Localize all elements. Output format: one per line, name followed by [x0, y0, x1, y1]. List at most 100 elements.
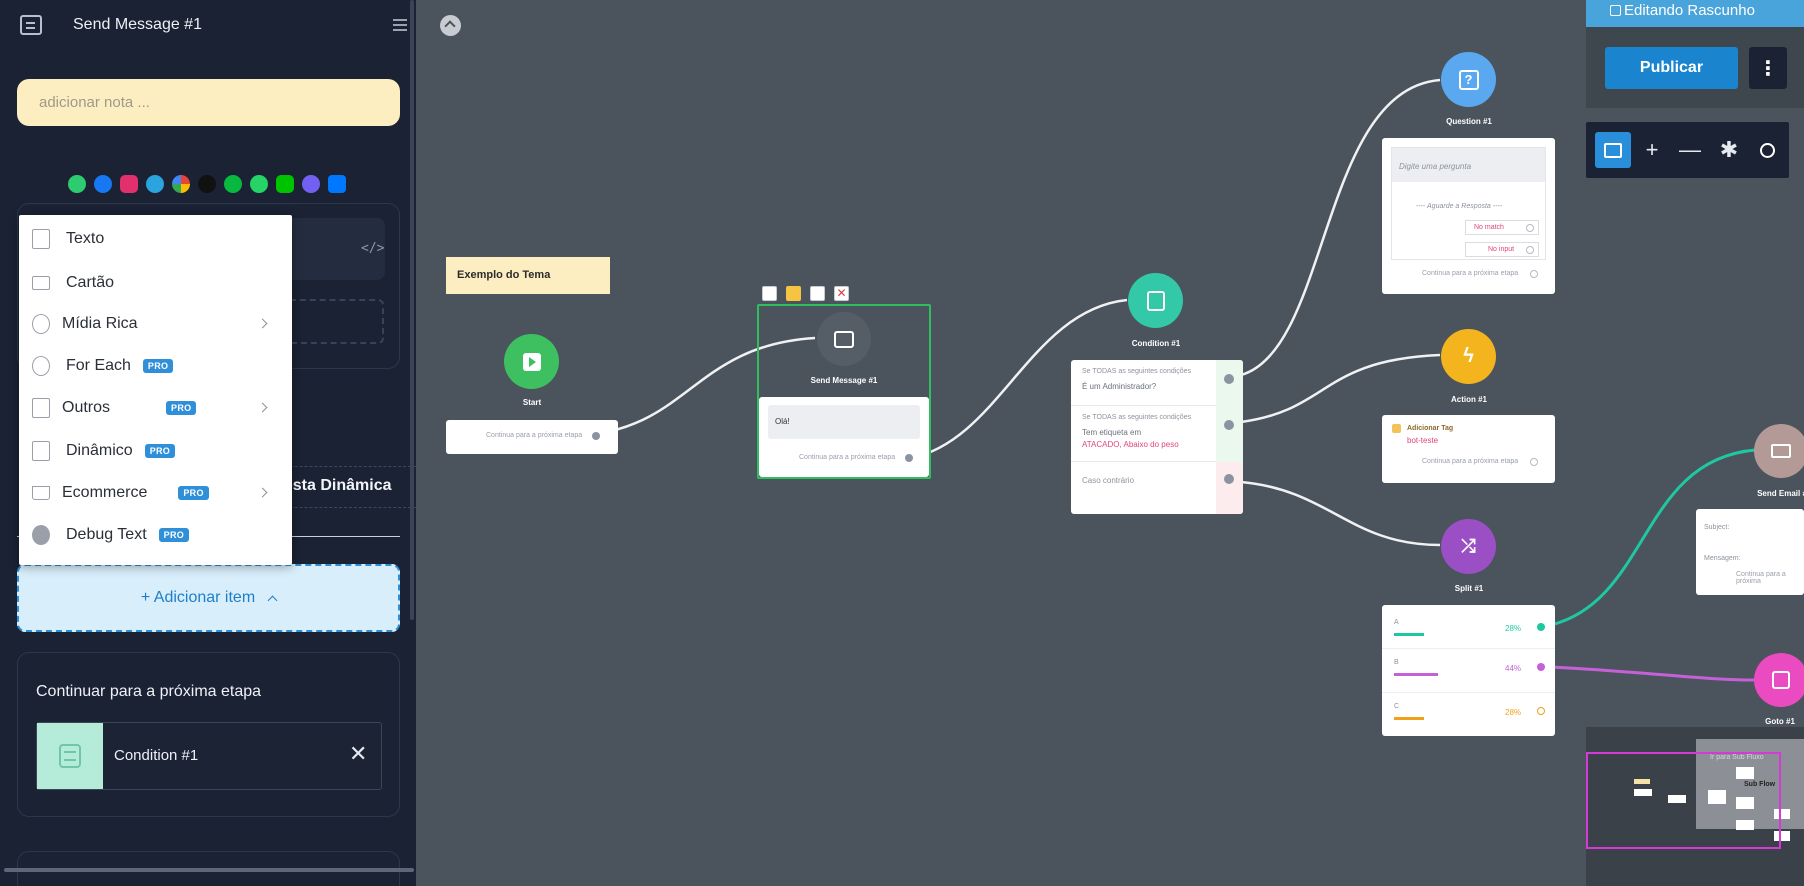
menu-item-midia-rica[interactable]: Mídia Rica — [19, 306, 292, 342]
output-port[interactable] — [1526, 246, 1534, 254]
send-message-node[interactable] — [817, 312, 871, 366]
send-message-card[interactable]: Olá! Continua para a próxima etapa — [759, 397, 929, 477]
output-port[interactable] — [1530, 458, 1538, 466]
add-folder-icon[interactable] — [1595, 132, 1631, 168]
next-step-target[interactable]: Condition #1 ✕ — [36, 722, 382, 790]
action-node-label: Action #1 — [1450, 395, 1487, 404]
viber-icon[interactable] — [302, 175, 320, 193]
goto-node-label: Goto #1 — [1765, 717, 1795, 726]
split-bar — [1394, 633, 1424, 636]
no-match-option[interactable]: No match — [1465, 220, 1539, 235]
split-node[interactable]: ⤮ — [1441, 519, 1496, 574]
more-options-icon[interactable]: ⋮ — [1749, 47, 1787, 89]
google-icon[interactable] — [172, 175, 190, 193]
menu-item-dinamico[interactable]: Dinâmico PRO — [19, 433, 292, 469]
add-item-menu: Texto Cartão Mídia Rica For Each PRO Out… — [19, 215, 292, 565]
question-node[interactable]: ? — [1441, 52, 1496, 107]
note-input[interactable] — [17, 79, 400, 126]
send-email-node[interactable] — [1754, 424, 1804, 478]
delete-icon[interactable]: ✕ — [834, 286, 849, 301]
send-email-node-label: Send Email # — [1757, 489, 1804, 498]
output-port[interactable] — [1224, 420, 1234, 430]
output-port[interactable] — [1224, 374, 1234, 384]
tiktok-icon[interactable] — [198, 175, 216, 193]
zoom-out-icon[interactable]: — — [1672, 132, 1708, 168]
tag-title: Adicionar Tag — [1407, 425, 1454, 432]
else-column — [1216, 462, 1243, 514]
sidebar-scrollbar-vertical[interactable] — [410, 0, 414, 620]
action-card[interactable]: Adicionar Tag bot-teste Continua para a … — [1382, 415, 1555, 483]
start-node-card[interactable]: Continua para a próxima etapa — [446, 420, 618, 454]
split-row: C 28% — [1382, 693, 1555, 736]
output-port[interactable] — [1537, 663, 1545, 671]
code-icon[interactable]: </> — [361, 241, 384, 256]
note-icon[interactable] — [786, 286, 801, 301]
image-icon — [32, 314, 50, 334]
copy-icon[interactable] — [810, 286, 825, 301]
upload-icon[interactable] — [440, 15, 461, 36]
menu-item-outros[interactable]: Outros PRO — [19, 390, 292, 426]
output-port[interactable] — [905, 454, 913, 462]
search-icon[interactable] — [1749, 132, 1785, 168]
drop-zone — [290, 299, 384, 344]
menu-icon[interactable] — [393, 19, 407, 31]
output-port[interactable] — [1224, 474, 1234, 484]
split-card[interactable]: A 28% B 44% C 28% — [1382, 605, 1555, 736]
condition-card[interactable]: Se TODAS as seguintes condições É um Adm… — [1071, 360, 1243, 514]
message-icon — [834, 330, 854, 348]
action-node[interactable]: ϟ — [1441, 329, 1496, 384]
preview-icon[interactable] — [762, 286, 777, 301]
sticky-note[interactable]: Exemplo do Tema — [446, 257, 610, 294]
cart-icon — [32, 486, 50, 500]
condition-row: Se TODAS as seguintes condições É um Adm… — [1071, 360, 1243, 406]
shuffle-icon: ⤮ — [1461, 536, 1476, 556]
messenger-icon[interactable] — [94, 175, 112, 193]
split-node-label: Split #1 — [1454, 584, 1484, 593]
close-icon[interactable]: ✕ — [349, 743, 367, 765]
menu-item-ecommerce[interactable]: Ecommerce PRO — [19, 475, 292, 511]
whatsapp-icon[interactable] — [250, 175, 268, 193]
livechat-icon[interactable] — [68, 175, 86, 193]
wechat-icon[interactable] — [224, 175, 242, 193]
menu-item-for-each[interactable]: For Each PRO — [19, 348, 292, 384]
sidebar-scrollbar-horizontal[interactable] — [4, 868, 414, 872]
condition-icon — [1146, 290, 1165, 311]
telegram-icon[interactable] — [146, 175, 164, 193]
pro-badge: PRO — [178, 486, 209, 500]
menu-item-label: For Each — [66, 357, 131, 374]
no-input-option[interactable]: No input — [1465, 242, 1539, 257]
condition-node[interactable] — [1128, 273, 1183, 328]
menu-item-cartao[interactable]: Cartão — [19, 265, 292, 301]
lightning-icon: ϟ — [1463, 345, 1474, 367]
vk-icon[interactable] — [328, 175, 346, 193]
output-port[interactable] — [1537, 623, 1545, 631]
external-link-icon — [32, 441, 50, 461]
condition-row: Se TODAS as seguintes condições Tem etiq… — [1071, 406, 1243, 462]
zoom-in-icon[interactable]: + — [1634, 132, 1670, 168]
condition-thumb — [37, 723, 103, 789]
file-icon — [32, 398, 50, 418]
output-port[interactable] — [1537, 707, 1545, 715]
question-card[interactable]: Digite uma pergunta ---- Aguarde a Respo… — [1382, 138, 1555, 294]
sidebar-title: Send Message #1 — [73, 16, 202, 33]
output-port[interactable] — [1526, 224, 1534, 232]
add-item-button[interactable]: + Adicionar item — [17, 564, 400, 632]
layout-icon[interactable]: ✱ — [1711, 132, 1747, 168]
tag-value: bot-teste — [1407, 436, 1439, 445]
menu-item-texto[interactable]: Texto — [19, 221, 292, 257]
editor-sidebar: Send Message #1 </> osta Dinâmica + Adic… — [0, 0, 416, 886]
line-icon[interactable] — [276, 175, 294, 193]
output-port[interactable] — [1530, 270, 1538, 278]
start-node[interactable] — [504, 334, 559, 389]
split-percent: 28% — [1505, 708, 1522, 717]
instagram-icon[interactable] — [120, 175, 138, 193]
send-email-card[interactable]: Subject: Mensagem: Continua para a próxi… — [1696, 509, 1804, 595]
condition-heading: Se TODAS as seguintes condições — [1082, 414, 1192, 421]
output-port[interactable] — [592, 432, 600, 440]
publish-button[interactable]: Publicar — [1605, 47, 1738, 89]
goto-node[interactable] — [1754, 653, 1804, 707]
minimap-viewport[interactable] — [1586, 752, 1781, 849]
menu-item-debug-text[interactable]: Debug Text PRO — [19, 517, 292, 553]
condition-else: Caso contrário — [1082, 476, 1135, 485]
condition-body: É um Administrador? — [1082, 382, 1157, 391]
